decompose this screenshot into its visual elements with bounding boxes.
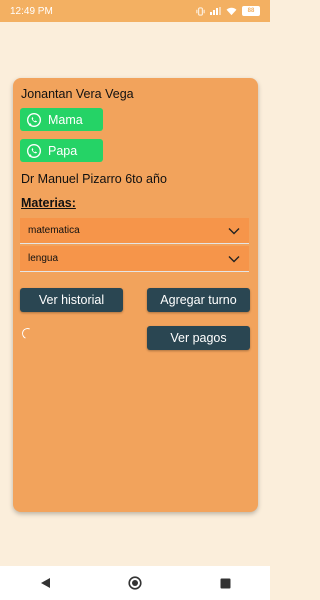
- ver-pagos-button[interactable]: Ver pagos: [147, 326, 250, 350]
- whatsapp-icon: [27, 143, 41, 158]
- back-icon: [40, 578, 50, 588]
- whatsapp-mama-button[interactable]: Mama: [20, 108, 103, 131]
- navigation-bar: [0, 566, 270, 600]
- school-info: Dr Manuel Pizarro 6to año: [21, 172, 167, 186]
- home-icon: [128, 576, 142, 590]
- loading-spinner: [20, 326, 35, 341]
- vibrate-icon: [196, 6, 205, 16]
- status-time: 12:49 PM: [10, 5, 53, 17]
- recents-icon: [220, 578, 230, 588]
- recents-button[interactable]: [210, 568, 240, 598]
- materia-select-2[interactable]: lengua: [20, 246, 249, 272]
- student-name: Jonantan Vera Vega: [21, 87, 134, 101]
- materia-select-value: matematica: [28, 225, 80, 236]
- ver-historial-button[interactable]: Ver historial: [20, 288, 123, 312]
- whatsapp-papa-label: Papa: [48, 143, 78, 158]
- whatsapp-icon: [27, 112, 41, 127]
- status-icons: 88: [196, 6, 260, 16]
- chevron-down-icon: [228, 256, 240, 263]
- status-bar: 12:49 PM 88: [0, 0, 270, 22]
- materias-title: Materias:: [21, 196, 76, 210]
- student-card: Jonantan Vera Vega Mama Papa Dr Manuel P…: [13, 78, 258, 512]
- back-button[interactable]: [30, 568, 60, 598]
- agregar-turno-button[interactable]: Agregar turno: [147, 288, 250, 312]
- battery-icon: 88: [242, 6, 260, 16]
- home-button[interactable]: [120, 568, 150, 598]
- materia-select-1[interactable]: matematica: [20, 218, 249, 244]
- whatsapp-mama-label: Mama: [48, 112, 83, 127]
- wifi-icon: [226, 7, 237, 15]
- materia-select-value: lengua: [28, 253, 59, 264]
- signal-icon: [210, 7, 221, 15]
- whatsapp-papa-button[interactable]: Papa: [20, 139, 103, 162]
- chevron-down-icon: [228, 228, 240, 235]
